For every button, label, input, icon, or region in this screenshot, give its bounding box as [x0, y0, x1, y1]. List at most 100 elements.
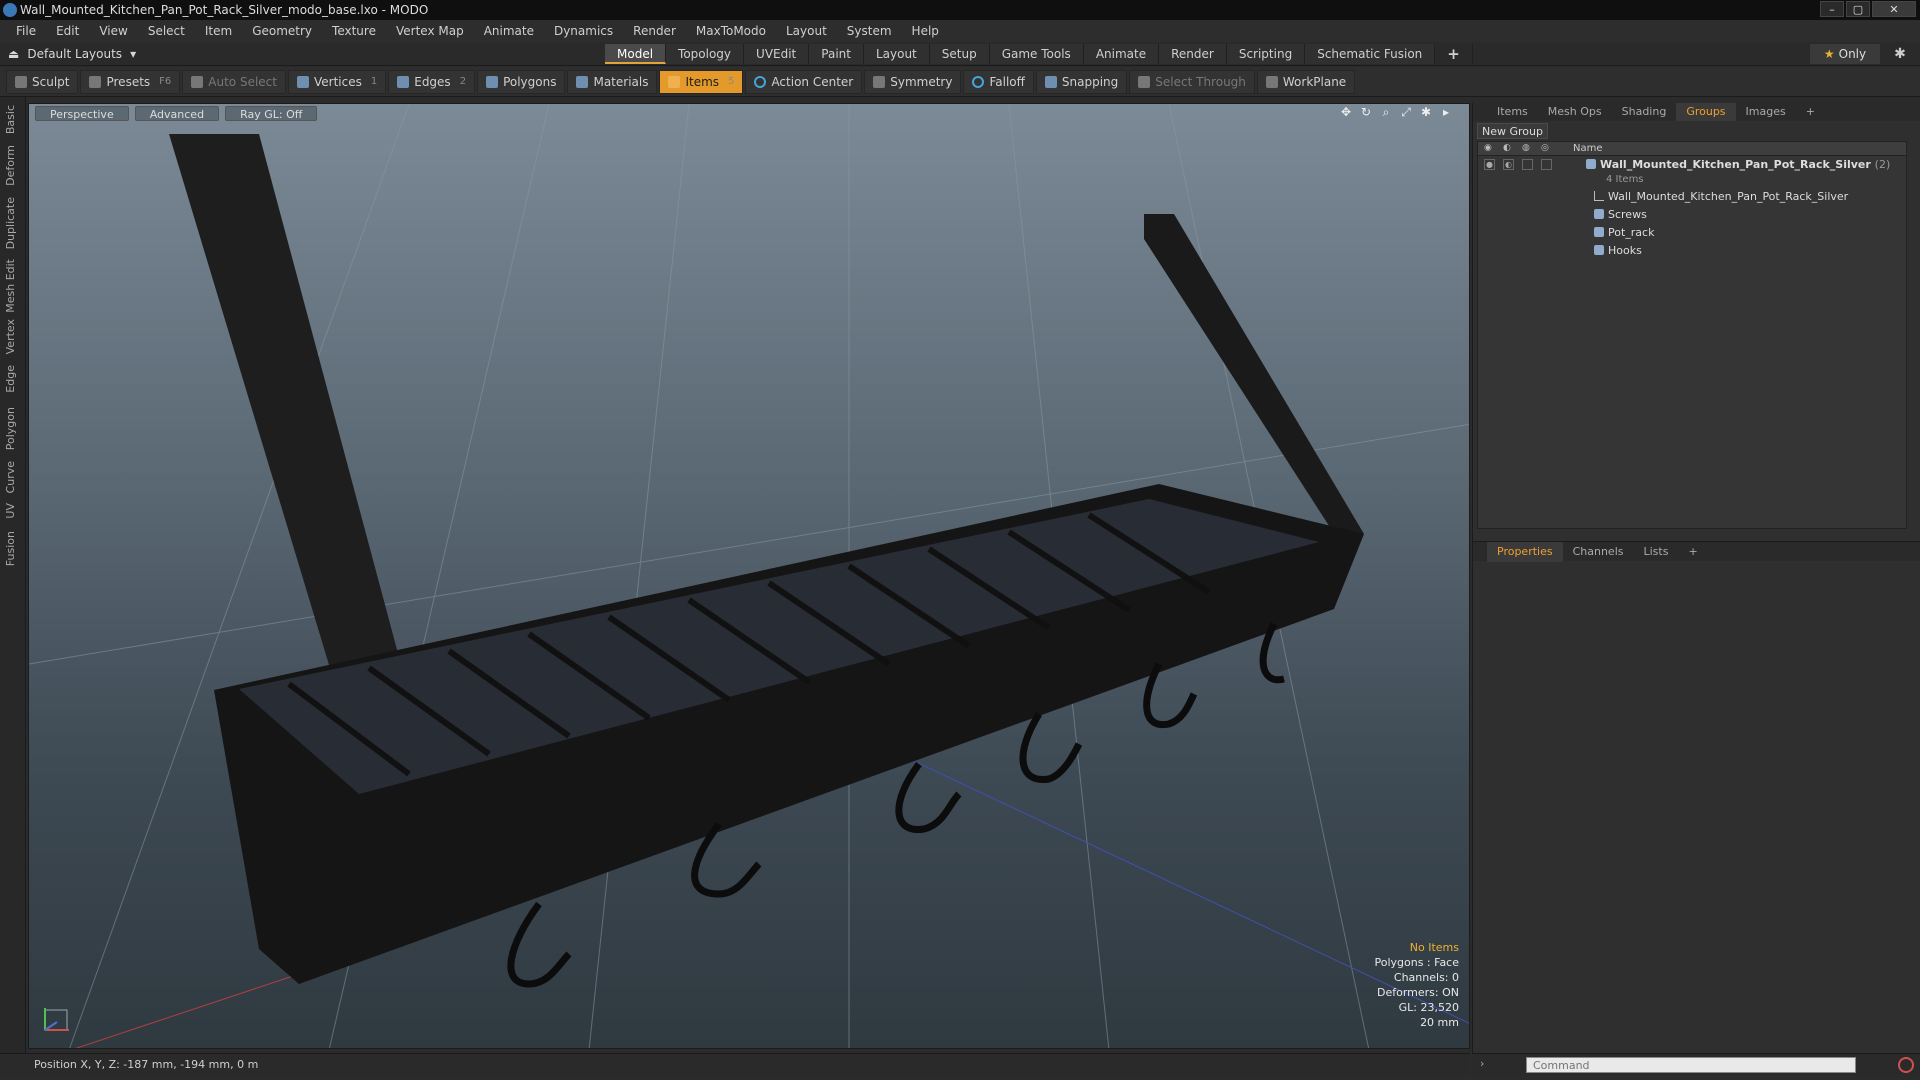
command-input[interactable]	[1526, 1057, 1856, 1073]
menu-layout[interactable]: Layout	[776, 20, 837, 42]
select-toggle[interactable]	[1541, 159, 1552, 170]
rail-tab-deform[interactable]: Deform	[4, 145, 17, 186]
tab-game-tools[interactable]: Game Tools	[989, 44, 1084, 64]
select-icon[interactable]: ◎	[1541, 143, 1552, 154]
minimize-button[interactable]: –	[1820, 1, 1844, 17]
tab-render[interactable]: Render	[1159, 44, 1227, 64]
tab-topology[interactable]: Topology	[666, 44, 745, 64]
rail-tab-vertex[interactable]: Vertex	[4, 319, 17, 354]
rail-tab-fusion[interactable]: Fusion	[4, 531, 17, 566]
viewport-settings-icon[interactable]: ✱	[1419, 105, 1433, 119]
items-icon	[668, 75, 681, 88]
tab-lists[interactable]: Lists	[1634, 542, 1679, 562]
menu-item[interactable]: Item	[195, 20, 242, 42]
tab-scripting[interactable]: Scripting	[1226, 44, 1306, 64]
visibility-icon[interactable]: ◉	[1484, 143, 1495, 154]
symmetry-button[interactable]: Symmetry	[864, 69, 962, 94]
items-mode-button[interactable]: Items 5	[659, 69, 744, 94]
layout-selector[interactable]: ⏏ Default Layouts ▾	[8, 45, 136, 63]
tree-item-hooks[interactable]: Hooks	[1478, 242, 1906, 260]
close-button[interactable]: ✕	[1872, 1, 1916, 17]
tree-item-mesh[interactable]: Wall_Mounted_Kitchen_Pan_Pot_Rack_Silver	[1478, 188, 1906, 206]
raygl-button[interactable]: Ray GL: Off	[225, 105, 318, 121]
tab-mesh-ops[interactable]: Mesh Ops	[1538, 103, 1612, 121]
rail-tab-polygon[interactable]: Polygon	[4, 407, 17, 450]
rail-tab-basic[interactable]: Basic	[4, 105, 17, 134]
fit-icon[interactable]: ⤢	[1399, 105, 1413, 119]
group-row-root[interactable]: ● ◐ Wall_Mounted_Kitchen_Pan_Pot_Rack_Si…	[1478, 156, 1906, 174]
zoom-icon[interactable]: ⌕	[1379, 105, 1393, 119]
workplane-button[interactable]: WorkPlane	[1256, 69, 1356, 94]
tab-schematic-fusion[interactable]: Schematic Fusion	[1305, 44, 1436, 64]
menu-dynamics[interactable]: Dynamics	[544, 20, 623, 42]
add-tab-button[interactable]: +	[1435, 44, 1473, 64]
polygons-mode-button[interactable]: Polygons	[477, 69, 566, 94]
add-panel-tab-button[interactable]: +	[1796, 103, 1825, 121]
tab-uvedit[interactable]: UVEdit	[744, 44, 810, 64]
rail-tab-edge[interactable]: Edge	[4, 365, 17, 393]
tab-layout[interactable]: Layout	[863, 44, 930, 64]
tab-model[interactable]: Model	[605, 44, 667, 64]
rail-tab-mesh-edit[interactable]: Mesh Edit	[4, 259, 17, 313]
menu-render[interactable]: Render	[623, 20, 686, 42]
menu-select[interactable]: Select	[138, 20, 195, 42]
tab-properties[interactable]: Properties	[1487, 541, 1563, 562]
presets-button[interactable]: Presets F6	[80, 69, 181, 94]
tree-item-label: Hooks	[1608, 244, 1642, 257]
tab-shading[interactable]: Shading	[1612, 103, 1677, 121]
menu-edit[interactable]: Edit	[46, 20, 89, 42]
tab-paint[interactable]: Paint	[809, 44, 864, 64]
command-stop-icon[interactable]	[1898, 1057, 1914, 1073]
3d-viewport[interactable]: Perspective Advanced Ray GL: Off ✥ ↻ ⌕ ⤢…	[28, 103, 1470, 1049]
tab-items[interactable]: Items	[1487, 103, 1538, 121]
maximize-button[interactable]: ▢	[1846, 1, 1870, 17]
action-center-button[interactable]: Action Center	[745, 69, 863, 94]
new-group-button[interactable]: New Group	[1477, 123, 1548, 139]
viewport-menu-arrow-icon[interactable]: ▸	[1439, 105, 1453, 119]
rail-tab-uv[interactable]: UV	[4, 503, 17, 519]
rail-tab-curve[interactable]: Curve	[4, 461, 17, 493]
select-through-button[interactable]: Select Through	[1129, 69, 1255, 94]
lock-icon[interactable]: ◍	[1522, 143, 1533, 154]
gear-icon[interactable]: ✱	[1890, 44, 1910, 64]
tab-groups[interactable]: Groups	[1676, 103, 1736, 121]
command-history-arrow-icon[interactable]: ›	[1480, 1057, 1484, 1070]
view-perspective-button[interactable]: Perspective	[35, 105, 129, 121]
name-column-header[interactable]: Name	[1573, 142, 1603, 156]
edges-mode-button[interactable]: Edges 2	[388, 69, 476, 94]
pan-icon[interactable]: ✥	[1339, 105, 1353, 119]
visibility-toggle[interactable]: ●	[1484, 159, 1495, 170]
render-toggle[interactable]: ◐	[1503, 159, 1514, 170]
add-properties-tab-button[interactable]: +	[1678, 542, 1707, 562]
render-icon[interactable]: ◐	[1503, 143, 1514, 154]
lock-toggle[interactable]	[1522, 159, 1533, 170]
menu-view[interactable]: View	[89, 20, 137, 42]
tab-images[interactable]: Images	[1736, 103, 1796, 121]
shading-advanced-button[interactable]: Advanced	[134, 105, 220, 121]
snapping-button[interactable]: Snapping	[1035, 69, 1128, 94]
sculpt-button[interactable]: Sculpt	[6, 69, 79, 94]
tab-setup[interactable]: Setup	[929, 44, 990, 64]
auto-select-button[interactable]: Auto Select	[182, 69, 286, 94]
tab-animate[interactable]: Animate	[1083, 44, 1160, 64]
materials-mode-button[interactable]: Materials	[567, 69, 658, 94]
menu-help[interactable]: Help	[902, 20, 949, 42]
menu-maxtomodo[interactable]: MaxToModo	[686, 20, 776, 42]
tab-channels[interactable]: Channels	[1563, 542, 1634, 562]
rotate-icon[interactable]: ↻	[1359, 105, 1373, 119]
menu-animate[interactable]: Animate	[474, 20, 544, 42]
only-toggle-button[interactable]: ★ Only	[1810, 44, 1880, 64]
left-tool-rail: Basic Deform Duplicate Mesh Edit Vertex …	[0, 97, 26, 1057]
menu-texture[interactable]: Texture	[322, 20, 386, 42]
layout-bar: ⏏ Default Layouts ▾ Model Topology UVEdi…	[0, 42, 1920, 66]
tree-item-screws[interactable]: Screws	[1478, 206, 1906, 224]
menu-vertex-map[interactable]: Vertex Map	[386, 20, 474, 42]
menu-file[interactable]: File	[6, 20, 46, 42]
tree-item-pot-rack[interactable]: Pot_rack	[1478, 224, 1906, 242]
falloff-button[interactable]: Falloff	[963, 69, 1034, 94]
rail-tab-duplicate[interactable]: Duplicate	[4, 197, 17, 249]
vertices-mode-button[interactable]: Vertices 1	[287, 69, 387, 94]
window-controls: – ▢ ✕	[1820, 1, 1916, 17]
menu-geometry[interactable]: Geometry	[242, 20, 322, 42]
menu-system[interactable]: System	[837, 20, 902, 42]
